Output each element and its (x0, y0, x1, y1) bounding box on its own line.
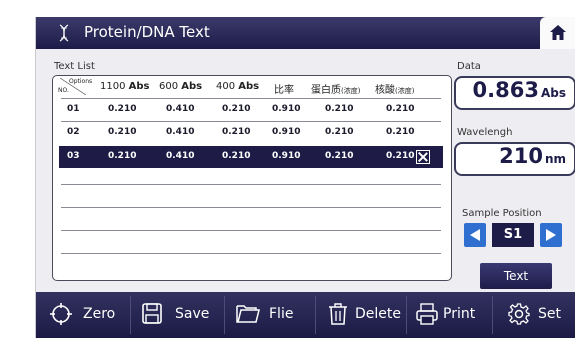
settings-label: Set (538, 306, 561, 322)
text-list-label: Text List (54, 61, 95, 72)
print-label: Print (443, 306, 476, 322)
empty-row-divider (61, 253, 441, 254)
header-col-ratio: 比率 (274, 85, 294, 96)
wavelength-value: 210 (499, 144, 543, 168)
arrow-left-icon (470, 229, 480, 241)
delete-button[interactable]: Delete (328, 292, 414, 338)
home-button[interactable] (540, 17, 575, 49)
toolbar-divider (406, 296, 407, 334)
row-value: 0.210 (386, 151, 415, 161)
zero-button[interactable]: Zero (50, 292, 130, 338)
empty-row-divider (61, 207, 441, 208)
data-unit: Abs (540, 86, 566, 100)
data-value: 0.863 (472, 78, 539, 102)
header-col-600-wl: 600 (159, 81, 179, 92)
header-col-protein-label: 蛋白质 (311, 85, 341, 96)
save-icon (142, 303, 162, 324)
row-value: 0.210 (386, 127, 415, 137)
text-list-table: Options NO. 1100 Abs 600 Abs 400 Abs 比率 … (52, 75, 452, 281)
table-header: Options NO. 1100 Abs 600 Abs 400 Abs 比率 … (53, 76, 451, 98)
empty-row-divider (61, 184, 441, 185)
row-no: 01 (67, 104, 80, 114)
row-value: 0.910 (272, 127, 301, 137)
file-button[interactable]: Flie (236, 292, 316, 338)
header-options: Options (69, 78, 93, 85)
toolbar-divider (224, 296, 225, 334)
sample-next-button[interactable] (540, 223, 562, 247)
toolbar-divider (130, 296, 131, 334)
row-value: 0.210 (325, 151, 354, 161)
header-col-1100-wl: 1100 (100, 81, 126, 92)
toolbar-divider (492, 296, 493, 334)
file-label: Flie (269, 306, 294, 322)
header-col-nucleic-label: 核酸 (375, 85, 395, 96)
dna-icon (59, 24, 69, 42)
empty-row-divider (61, 230, 441, 231)
header-no-options: Options NO. (58, 78, 92, 96)
print-button[interactable]: Print (416, 292, 490, 338)
row-value: 0.410 (166, 151, 195, 161)
row-value: 0.210 (325, 127, 354, 137)
trash-icon (329, 303, 347, 325)
row-value: 0.410 (166, 104, 195, 114)
header-col-600-unit: Abs (181, 81, 203, 92)
row-value: 0.210 (325, 104, 354, 114)
folder-icon (236, 305, 260, 323)
wavelength-display[interactable]: 210 nm (454, 142, 575, 176)
data-label: Data (457, 61, 481, 72)
row-value: 0.210 (222, 151, 251, 161)
header-col-nucleic-note: (浓度) (395, 87, 415, 95)
row-value: 0.210 (222, 127, 251, 137)
save-button[interactable]: Save (142, 292, 224, 338)
row-value: 0.910 (272, 104, 301, 114)
window-title: Protein/DNA Text (84, 23, 210, 41)
header-col-1100: 1100 Abs (100, 81, 150, 92)
zero-icon (50, 303, 72, 325)
row-value: 0.210 (108, 151, 137, 161)
table-row-selected[interactable]: 03 0.210 0.410 0.210 0.910 0.210 0.210 (59, 146, 443, 168)
row-value: 0.210 (222, 104, 251, 114)
row-value: 0.210 (386, 104, 415, 114)
row-value: 0.210 (108, 104, 137, 114)
table-row[interactable]: 01 0.210 0.410 0.210 0.910 0.210 0.210 (53, 99, 451, 121)
table-row[interactable]: 02 0.210 0.410 0.210 0.910 0.210 0.210 (53, 122, 451, 144)
header-col-400-wl: 400 (216, 81, 236, 92)
sample-prev-button[interactable] (464, 223, 486, 247)
data-display: 0.863 Abs (454, 76, 575, 110)
zero-label: Zero (83, 306, 116, 322)
delete-row-checkbox-icon[interactable] (416, 150, 430, 164)
save-label: Save (175, 306, 210, 322)
settings-button[interactable]: Set (508, 292, 574, 338)
print-icon (416, 303, 438, 325)
row-value: 0.910 (272, 151, 301, 161)
header-col-protein-note: (浓度) (341, 87, 361, 95)
delete-label: Delete (355, 306, 401, 322)
header-col-protein: 蛋白质(浓度) (311, 81, 360, 96)
row-value: 0.410 (166, 127, 195, 137)
header-col-400-unit: Abs (238, 81, 260, 92)
sample-position-value: S1 (492, 223, 534, 247)
header-col-600: 600 Abs (159, 81, 202, 92)
header-col-nucleic: 核酸(浓度) (375, 81, 414, 96)
title-bar: Protein/DNA Text (36, 17, 575, 49)
sample-position-label: Sample Position (462, 208, 542, 219)
wavelength-label: Wavelengh (457, 127, 513, 138)
text-button[interactable]: Text (480, 263, 552, 289)
header-col-1100-unit: Abs (128, 81, 150, 92)
arrow-right-icon (546, 229, 556, 241)
app-window: Protein/DNA Text Text List Options NO. 1… (35, 17, 575, 338)
header-no: NO. (58, 87, 69, 94)
gear-icon (508, 303, 530, 325)
row-value: 0.210 (108, 127, 137, 137)
row-no: 02 (67, 127, 80, 137)
toolbar-divider (315, 296, 316, 334)
wavelength-unit: nm (544, 152, 566, 166)
home-icon (550, 25, 566, 40)
row-no: 03 (67, 151, 80, 161)
bottom-toolbar: Zero Save Flie Delete Print Set (36, 292, 575, 338)
header-col-400: 400 Abs (216, 81, 259, 92)
